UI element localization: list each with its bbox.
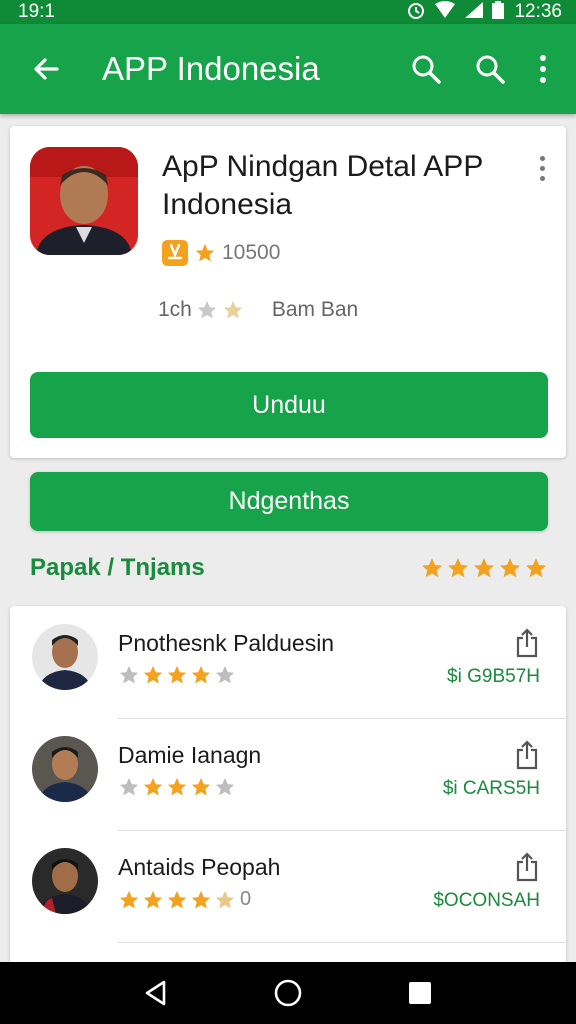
list-item[interactable]: Pnothesnk Palduesin $i G9B57H	[10, 606, 566, 718]
star-icon	[526, 558, 546, 578]
rating-suffix: 0	[240, 888, 252, 910]
arrow-left-icon	[34, 58, 59, 80]
share-icon	[516, 628, 538, 658]
card-more-icon[interactable]	[530, 148, 554, 188]
download-badge-icon	[162, 240, 188, 266]
star-icon	[167, 777, 187, 796]
star-icon	[191, 665, 211, 684]
star-icon	[191, 777, 211, 796]
price: $OCONSAH	[433, 890, 540, 911]
more-options-button[interactable]	[528, 41, 558, 97]
price: $i CARS5H	[442, 778, 540, 799]
app-bar: APP Indonesia	[0, 24, 576, 114]
rating-value: 10500	[222, 241, 281, 264]
rating-stars: 0	[118, 888, 251, 911]
battery-icon	[492, 0, 505, 24]
star-icon	[223, 300, 243, 319]
home-nav-button[interactable]	[264, 969, 312, 1017]
status-bar: 19:1 12:36	[0, 0, 576, 24]
app-title: ApP Nindgan Detal APP Indonesia	[162, 150, 483, 221]
status-time-left: 19:1	[18, 1, 55, 22]
star-icon	[143, 665, 163, 684]
section-title: Papak / Tnjams	[30, 554, 205, 581]
meta-value: 1ch	[158, 298, 192, 321]
star-icon	[448, 558, 468, 578]
search-button-2[interactable]	[462, 41, 518, 97]
share-icon	[516, 852, 538, 882]
back-button[interactable]	[18, 41, 74, 97]
share-button[interactable]	[512, 626, 542, 660]
reviewer-name: Antaids Peopah	[118, 854, 281, 880]
search-button[interactable]	[398, 41, 454, 97]
star-icon	[215, 777, 235, 796]
star-icon	[167, 890, 187, 908]
star-icon	[119, 665, 139, 684]
page-title: APP Indonesia	[102, 50, 320, 87]
avatar	[32, 624, 98, 690]
search-icon	[412, 55, 441, 84]
star-icon	[143, 890, 163, 908]
alarm-icon	[406, 0, 426, 25]
triangle-back-icon	[145, 980, 166, 1006]
star-icon	[167, 665, 187, 684]
meta-row: 1ch Bam Ban	[158, 298, 358, 322]
star-icon	[422, 558, 442, 578]
rating-row: 10500	[162, 240, 280, 266]
share-button[interactable]	[512, 850, 542, 884]
wifi-icon	[434, 0, 456, 24]
secondary-button[interactable]: Ndgenthas	[30, 472, 548, 531]
more-vert-icon	[540, 55, 546, 83]
avatar	[32, 848, 98, 914]
section-header: Papak / Tnjams	[30, 548, 548, 588]
reviewer-name: Pnothesnk Palduesin	[118, 630, 335, 656]
meta-name: Bam Ban	[271, 298, 359, 321]
star-icon	[197, 300, 217, 319]
star-icon	[119, 777, 139, 796]
rating-stars	[118, 776, 236, 798]
nav-bar	[0, 962, 576, 1024]
back-nav-button[interactable]	[132, 969, 180, 1017]
star-icon	[143, 777, 163, 796]
price: $i G9B57H	[447, 666, 540, 687]
star-icon	[215, 665, 235, 684]
rating-stars	[118, 664, 236, 686]
review-list: Pnothesnk Palduesin $i G9B57H Damie Iana…	[10, 606, 566, 966]
star-icon	[500, 558, 520, 578]
share-button[interactable]	[512, 738, 542, 772]
share-icon	[516, 740, 538, 770]
search-icon	[476, 55, 505, 84]
circle-home-icon	[274, 979, 302, 1007]
star-icon	[195, 243, 215, 262]
list-item[interactable]: Antaids Peopah 0 $OCONSAH	[10, 830, 566, 942]
avatar	[32, 736, 98, 802]
status-time-right: 12:36	[514, 1, 562, 22]
square-recents-icon	[409, 982, 431, 1004]
app-detail-card: ApP Nindgan Detal APP Indonesia 10500 1c…	[10, 126, 566, 458]
list-item[interactable]: Damie Ianagn $i CARS5H	[10, 718, 566, 830]
star-icon	[191, 890, 211, 908]
recents-nav-button[interactable]	[396, 969, 444, 1017]
app-icon[interactable]	[30, 147, 138, 255]
reviewer-name: Damie Ianagn	[118, 742, 262, 768]
section-rating-stars	[420, 556, 548, 580]
star-icon	[215, 890, 235, 908]
star-icon	[119, 890, 139, 908]
signal-icon	[464, 1, 484, 24]
divider	[118, 942, 566, 943]
star-icon	[474, 558, 494, 578]
download-button[interactable]: Unduu	[30, 372, 548, 438]
